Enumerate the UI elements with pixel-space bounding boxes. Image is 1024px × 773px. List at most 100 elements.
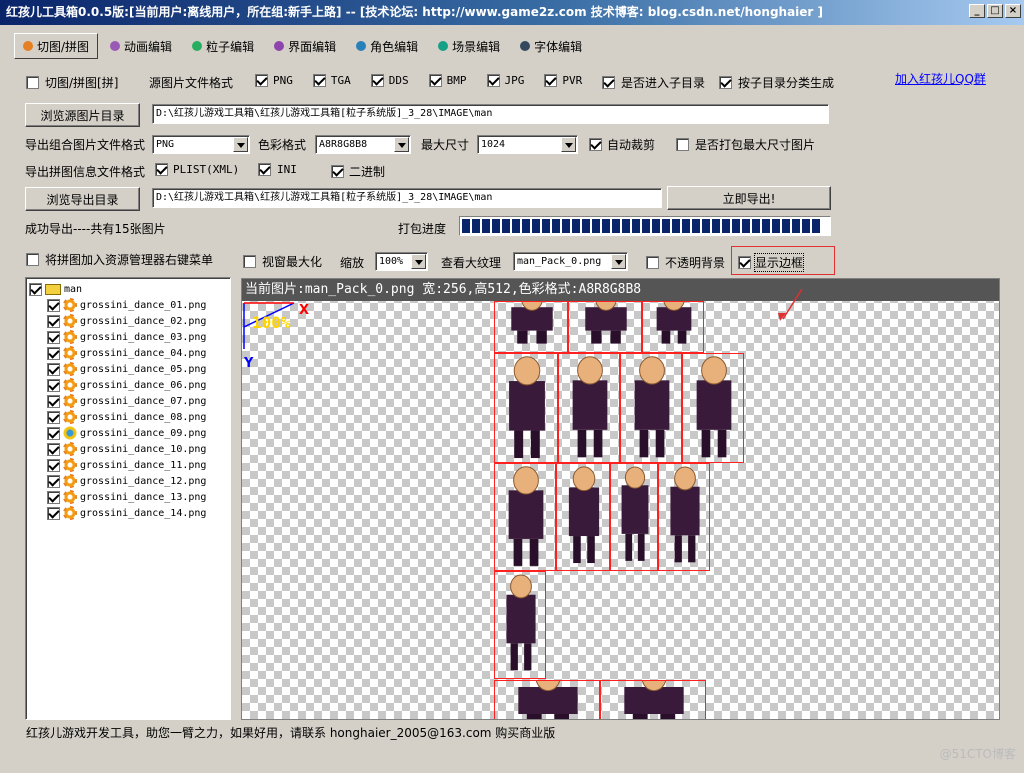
export-now-button[interactable]: 立即导出!: [667, 186, 831, 210]
plist-checkbox[interactable]: [155, 163, 168, 176]
format-checkbox[interactable]: [312, 74, 326, 87]
format-checkbox[interactable]: [370, 74, 384, 87]
tab-particle[interactable]: 粒子编辑: [184, 33, 262, 59]
tree-file-item[interactable]: grossini_dance_02.png: [47, 313, 206, 329]
tree-file-checkbox[interactable]: [47, 330, 60, 344]
show-border-option[interactable]: 显示边框: [738, 253, 805, 272]
tree-file-checkbox[interactable]: [47, 442, 60, 456]
chevron-down-icon[interactable]: [561, 137, 576, 152]
split-merge-icon: [23, 41, 33, 51]
source-path-field[interactable]: D:\红孩儿游戏工具箱\红孩儿游戏工具箱[粒子系统版]_3_28\IMAGE\m…: [152, 104, 829, 124]
close-button[interactable]: ×: [1005, 4, 1021, 18]
auto-crop-checkbox[interactable]: [589, 138, 602, 151]
tree-file-item[interactable]: grossini_dance_10.png: [47, 441, 206, 457]
texture-preview-canvas[interactable]: 当前图片:man_Pack_0.png 宽:256,高512,色彩格式:A8R8…: [241, 278, 1000, 720]
by-subdir-option[interactable]: 按子目录分类生成: [719, 74, 834, 91]
tab-ui[interactable]: 界面编辑: [266, 33, 344, 59]
tree-file-item[interactable]: grossini_dance_13.png: [47, 489, 206, 505]
auto-crop-option[interactable]: 自动裁剪: [589, 136, 655, 153]
maximize-view-option[interactable]: 视窗最大化: [243, 253, 322, 270]
pack-max-checkbox[interactable]: [676, 138, 689, 151]
tab-character[interactable]: 角色编辑: [348, 33, 426, 59]
tree-file-checkbox[interactable]: [47, 298, 60, 312]
tree-root[interactable]: man: [29, 281, 82, 297]
opaque-bg-option[interactable]: 不透明背景: [646, 254, 725, 271]
ini-checkbox[interactable]: [258, 163, 271, 176]
opaque-bg-checkbox[interactable]: [646, 256, 659, 269]
tab-split-merge[interactable]: 切图/拼图: [14, 33, 99, 59]
enter-subdir-checkbox[interactable]: [602, 76, 615, 89]
browse-source-button[interactable]: 浏览源图片目录: [25, 103, 140, 127]
pack-progress-bar: [459, 216, 831, 236]
max-size-select[interactable]: 1024: [477, 135, 578, 154]
tree-file-checkbox[interactable]: [47, 458, 60, 472]
format-dds[interactable]: DDS: [370, 74, 409, 87]
format-pvr[interactable]: PVR: [544, 74, 582, 87]
sprite-frame: [642, 301, 704, 353]
tree-file-checkbox[interactable]: [47, 410, 60, 424]
format-tga[interactable]: TGA: [312, 74, 351, 87]
tab-animation[interactable]: 动画编辑: [102, 33, 180, 59]
maximize-view-checkbox[interactable]: [243, 255, 256, 268]
sprite-frame: [600, 680, 706, 719]
format-jpg[interactable]: JPG: [486, 74, 524, 87]
format-checkbox[interactable]: [255, 74, 268, 87]
chevron-down-icon[interactable]: [611, 254, 626, 269]
binary-option[interactable]: 二进制: [331, 163, 385, 180]
context-menu-checkbox[interactable]: [26, 253, 39, 266]
format-png[interactable]: PNG: [255, 74, 293, 87]
minimize-button[interactable]: _: [969, 4, 985, 18]
tree-file-item[interactable]: grossini_dance_03.png: [47, 329, 206, 345]
tree-file-item[interactable]: grossini_dance_09.png: [47, 425, 206, 441]
tab-scene[interactable]: 场景编辑: [430, 33, 508, 59]
ini-option[interactable]: INI: [258, 163, 297, 176]
tree-file-checkbox[interactable]: [47, 426, 60, 440]
split-merge-option[interactable]: 切图/拼图[拼]: [26, 74, 118, 91]
tree-file-item[interactable]: grossini_dance_01.png: [47, 297, 206, 313]
pack-max-option[interactable]: 是否打包最大尺寸图片: [676, 136, 815, 153]
tree-file-label: grossini_dance_12.png: [80, 475, 207, 487]
tree-file-item[interactable]: grossini_dance_06.png: [47, 377, 206, 393]
tree-file-checkbox[interactable]: [47, 490, 60, 504]
qq-group-link[interactable]: 加入红孩儿QQ群: [895, 70, 986, 87]
tab-font[interactable]: 字体编辑: [512, 33, 590, 59]
enter-subdir-option[interactable]: 是否进入子目录: [602, 74, 705, 91]
maximize-button[interactable]: □: [987, 4, 1003, 18]
tree-file-checkbox[interactable]: [47, 474, 60, 488]
file-tree[interactable]: man grossini_dance_01.png grossini_dance_…: [25, 277, 231, 720]
tree-file-checkbox[interactable]: [47, 362, 60, 376]
export-path-field[interactable]: D:\红孩儿游戏工具箱\红孩儿游戏工具箱[粒子系统版]_3_28\IMAGE\m…: [152, 188, 662, 208]
plist-option[interactable]: PLIST(XML): [155, 163, 239, 176]
export-format-select[interactable]: PNG: [152, 135, 250, 154]
split-merge-checkbox[interactable]: [26, 76, 39, 89]
context-menu-option[interactable]: 将拼图加入资源管理器右键菜单: [26, 251, 213, 268]
texture-select[interactable]: man_Pack_0.png: [513, 252, 628, 271]
tree-file-checkbox[interactable]: [47, 378, 60, 392]
chevron-down-icon[interactable]: [411, 254, 426, 269]
format-checkbox[interactable]: [486, 74, 500, 87]
tree-file-item[interactable]: grossini_dance_12.png: [47, 473, 206, 489]
tree-file-item[interactable]: grossini_dance_11.png: [47, 457, 206, 473]
chevron-down-icon[interactable]: [394, 137, 409, 152]
color-format-select[interactable]: A8R8G8B8: [315, 135, 411, 154]
format-bmp[interactable]: BMP: [428, 74, 467, 87]
tree-file-item[interactable]: grossini_dance_08.png: [47, 409, 206, 425]
by-subdir-checkbox[interactable]: [719, 76, 732, 89]
tree-file-checkbox[interactable]: [47, 506, 60, 520]
browse-export-button[interactable]: 浏览导出目录: [25, 187, 140, 211]
tree-file-item[interactable]: grossini_dance_04.png: [47, 345, 206, 361]
tree-root-checkbox[interactable]: [29, 282, 42, 296]
tree-file-item[interactable]: grossini_dance_07.png: [47, 393, 206, 409]
format-checkbox[interactable]: [428, 74, 442, 87]
color-format-label: 色彩格式: [258, 138, 307, 152]
format-checkbox[interactable]: [544, 74, 558, 87]
tree-file-checkbox[interactable]: [47, 346, 60, 360]
tree-file-item[interactable]: grossini_dance_05.png: [47, 361, 206, 377]
tree-file-item[interactable]: grossini_dance_14.png: [47, 505, 206, 521]
chevron-down-icon[interactable]: [233, 137, 248, 152]
zoom-select[interactable]: 100%: [375, 252, 428, 271]
tree-file-checkbox[interactable]: [47, 314, 60, 328]
show-border-checkbox[interactable]: [738, 256, 751, 269]
binary-checkbox[interactable]: [331, 165, 344, 178]
tree-file-checkbox[interactable]: [47, 394, 60, 408]
